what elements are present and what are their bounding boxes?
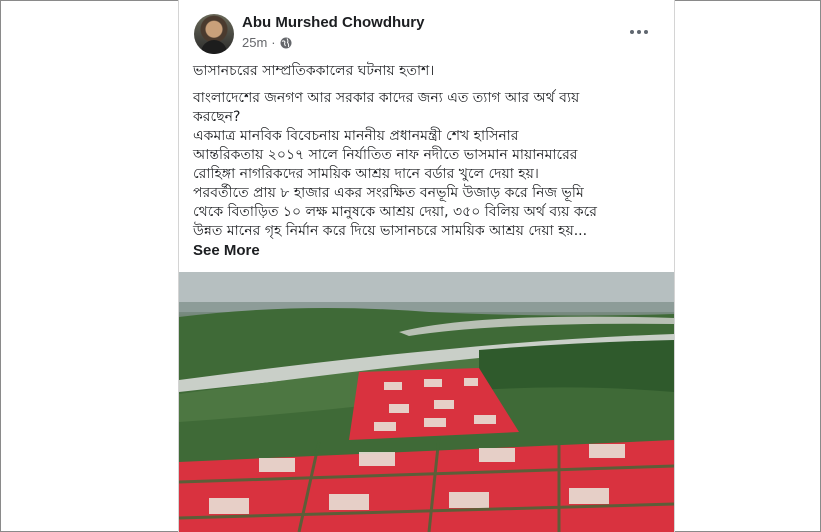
more-dot xyxy=(630,30,634,34)
post-line: করছেন? xyxy=(193,109,241,125)
more-dot xyxy=(637,30,641,34)
post-line: বাংলাদেশের জনগণ আর সরকার কাদের জন্য এত ত… xyxy=(193,90,580,106)
post-line: পরবর্তীতে প্রায় ৮ হাজার একর সংরক্ষিত বন… xyxy=(193,185,584,201)
aerial-photo-drawing xyxy=(179,272,674,532)
post-body: ভাসানচরের সাম্প্রতিককালের ঘটনায় হতাশ। ব… xyxy=(193,62,663,241)
post-line: আন্তরিকতায় ২০১৭ সালে নির্যাতিত নাফ নদীত… xyxy=(193,147,578,163)
author-avatar[interactable] xyxy=(194,14,234,54)
see-more-link[interactable]: See More xyxy=(193,242,260,259)
post-meta: 25m · xyxy=(242,35,292,50)
avatar-figure xyxy=(201,40,227,54)
post-photo[interactable] xyxy=(179,272,674,532)
post-line: রোহিঙ্গা নাগরিকদের সাময়িক আশ্রয় দানে ব… xyxy=(193,166,539,182)
post-line: একমাত্র মানবিক বিবেচনায় মাননীয় প্রধানম… xyxy=(193,128,519,144)
globe-icon[interactable] xyxy=(280,37,292,49)
post-time[interactable]: 25m xyxy=(242,35,267,50)
post-line: ভাসানচরের সাম্প্রতিককালের ঘটনায় হতাশ। xyxy=(193,63,435,79)
post-line: উন্নত মানের গৃহ নির্মান করে দিয়ে ভাসানচ… xyxy=(193,223,588,239)
author-name[interactable]: Abu Murshed Chowdhury xyxy=(242,14,425,31)
facebook-post: Abu Murshed Chowdhury 25m · ভাসানচরের সা… xyxy=(178,0,675,532)
more-options-icon[interactable] xyxy=(625,22,653,42)
post-line: থেকে বিতাড়িত ১০ লক্ষ মানুষকে আশ্রয় দেয… xyxy=(193,204,598,220)
meta-separator: · xyxy=(271,35,276,50)
more-dot xyxy=(644,30,648,34)
